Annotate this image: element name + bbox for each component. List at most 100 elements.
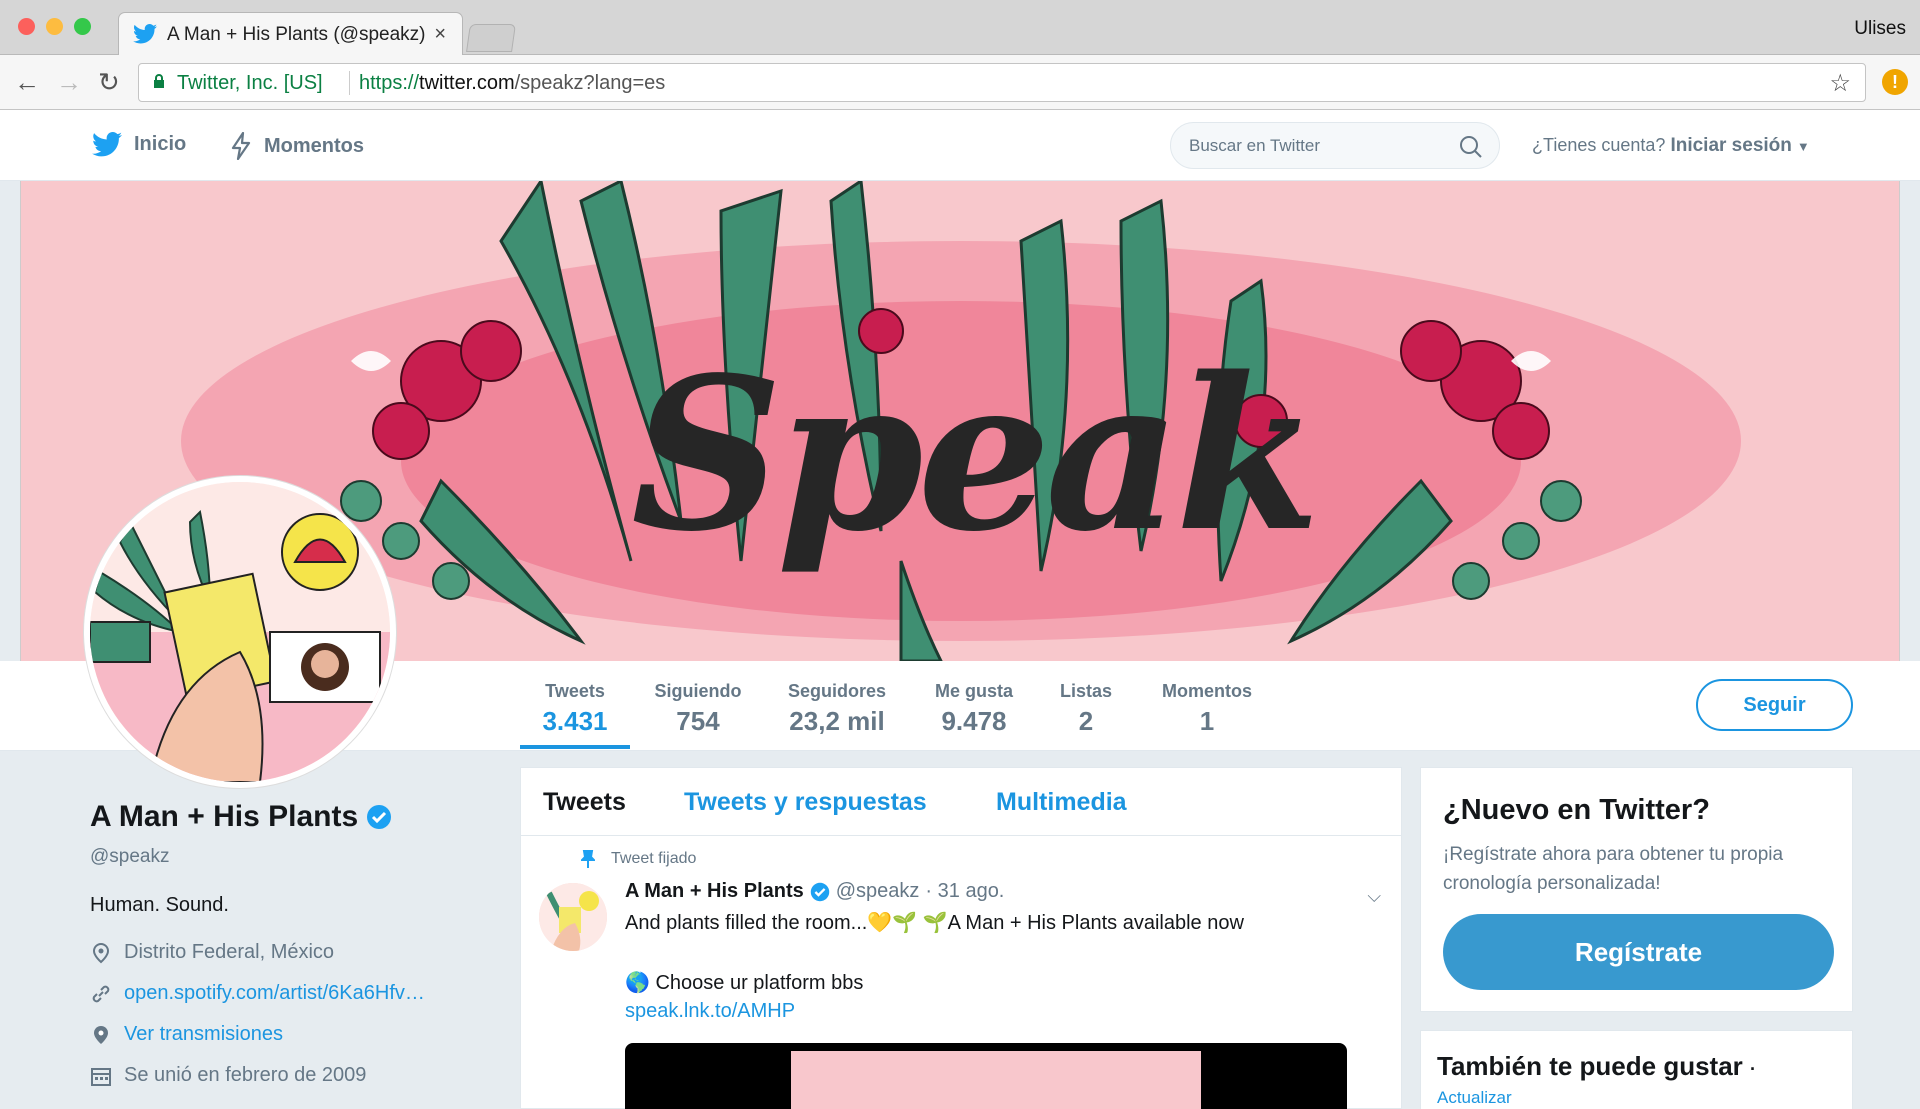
forward-arrow-icon[interactable]: → [56,67,82,98]
close-tab-icon[interactable]: × [434,23,446,46]
tweet-author[interactable]: A Man + His Plants [625,880,804,903]
login-link[interactable]: Iniciar sesión [1670,135,1791,156]
profile-website[interactable]: open.spotify.com/artist/6Ka6Hfv… [90,982,490,1005]
suggestions-box: También te puede gustar · Actualizar [1420,1030,1853,1109]
profile-name[interactable]: A Man + His Plants [90,800,358,834]
stat-label: Listas [1059,681,1113,701]
browser-user-name[interactable]: Ulises [1854,18,1906,40]
active-stat-underline [520,745,630,749]
twitter-bird-icon [92,132,122,157]
tweet-avatar-illustration [539,883,607,951]
chevron-down-icon[interactable]: ⌵ [1367,886,1381,907]
stat-moments[interactable]: Momentos 1 [1155,681,1259,737]
nav-home[interactable]: Inicio [92,132,186,157]
tab-title: A Man + His Plants (@speakz) [167,24,426,45]
tweet-date[interactable]: · 31 ago. [925,880,1004,903]
avatar[interactable] [84,476,396,788]
profile-handle[interactable]: @speakz [90,846,490,868]
tab-bar: A Man + His Plants (@speakz) × Ulises [0,0,1920,56]
title-dot: · [1750,1059,1757,1079]
stat-value: 23,2 mil [789,706,885,736]
tweet-avatar[interactable] [539,883,607,951]
profile-location: Distrito Federal, México [90,941,490,964]
tweet-handle[interactable]: @speakz [836,880,920,903]
url-text[interactable]: https://twitter.com/speakz?lang=es [359,72,665,95]
minimize-window-button[interactable] [46,18,63,35]
search-input[interactable]: Buscar en Twitter [1189,136,1320,156]
reload-icon[interactable]: ↻ [98,67,120,98]
timeline: Tweets Tweets y respuestas Multimedia Tw… [520,767,1402,1109]
search-icon[interactable] [1459,135,1483,159]
tweet-text: And plants filled the room...💛🌱 🌱A Man +… [625,912,1244,934]
stat-value: 9.478 [941,706,1007,736]
joined-text: Se unió en febrero de 2009 [124,1064,367,1086]
nav-home-label: Inicio [134,133,187,155]
pinned-indicator: Tweet fijado [581,850,696,868]
pinned-label: Tweet fijado [611,850,697,867]
account-menu[interactable]: ¿Tienes cuenta? Iniciar sesión ▼ [1532,135,1810,157]
signup-promo-title: ¿Nuevo en Twitter? [1443,794,1710,826]
stat-label: Tweets [545,681,605,701]
banner-logo-text: Speak [631,331,1321,578]
tab-tweets[interactable]: Tweets [543,788,626,817]
website-link[interactable]: open.spotify.com/artist/6Ka6Hfv… [124,982,425,1005]
tab-media[interactable]: Multimedia [996,788,1127,817]
address-bar[interactable]: Twitter, Inc. [US] https://twitter.com/s… [138,63,1866,102]
twitter-favicon-icon [133,24,157,44]
url-path: /speakz?lang=es [514,72,666,94]
maximize-window-button[interactable] [74,18,91,35]
link-icon [92,985,110,1002]
close-window-button[interactable] [18,18,35,35]
signup-promo: ¿Nuevo en Twitter? ¡Regístrate ahora par… [1420,767,1853,1012]
address-separator [349,71,350,95]
refresh-link[interactable]: Actualizar [1437,1088,1512,1108]
new-tab-button[interactable] [466,24,516,52]
browser-tab[interactable]: A Man + His Plants (@speakz) × [118,12,463,56]
profile-streams[interactable]: Ver transmisiones [90,1023,490,1046]
browser-toolbar: ← → ↻ Twitter, Inc. [US] https://twitter… [0,55,1920,110]
search-box[interactable]: Buscar en Twitter [1170,122,1500,169]
nav-moments[interactable]: Momentos [230,132,364,160]
caret-down-icon: ▼ [1796,139,1810,154]
lock-icon [154,74,164,88]
url-host: twitter.com [419,72,515,94]
stat-following[interactable]: Siguiendo 754 [650,681,746,737]
browser-chrome: A Man + His Plants (@speakz) × Ulises ← … [0,0,1920,110]
profile-bio: Human. Sound. [90,894,229,916]
location-pin-icon [92,942,110,963]
avatar-illustration [90,482,390,782]
tweet-text-line2: 🌎 Choose ur platform bbs [625,972,864,994]
stat-followers[interactable]: Seguidores 23,2 mil [780,681,894,737]
tweet-link[interactable]: speak.lnk.to/AMHP [625,1000,795,1023]
extension-warning-icon[interactable]: ! [1882,69,1908,95]
profile-card: A Man + His Plants @speakz Human. Sound.… [90,800,490,1087]
stat-label: Momentos [1162,681,1252,701]
location-text: Distrito Federal, México [124,941,335,963]
pin-icon [581,850,595,868]
suggestions-title: También te puede gustar · [1437,1051,1756,1082]
follow-button[interactable]: Seguir [1696,679,1853,731]
stat-value: 3.431 [542,706,608,736]
signup-promo-desc: ¡Regístrate ahora para obtener tu propia… [1443,844,1784,894]
nav-moments-label: Momentos [264,134,364,157]
secure-origin-label: Twitter, Inc. [US] [177,72,323,94]
profile-name-row: A Man + His Plants [90,800,490,834]
signup-button[interactable]: Regístrate [1443,914,1834,990]
stat-lists[interactable]: Listas 2 [1056,681,1116,737]
calendar-icon [91,1067,111,1086]
bookmark-star-icon[interactable]: ☆ [1829,69,1851,98]
account-prompt: ¿Tienes cuenta? [1532,135,1666,155]
streams-link[interactable]: Ver transmisiones [124,1023,283,1046]
tweet-media[interactable] [625,1043,1347,1109]
url-scheme: https:// [359,72,420,94]
stat-value: 754 [676,706,720,736]
lightning-icon [231,132,251,160]
tab-tweets-replies[interactable]: Tweets y respuestas [684,788,927,817]
stat-likes[interactable]: Me gusta 9.478 [924,681,1024,737]
profile-joined: Se unió en febrero de 2009 [90,1064,490,1087]
stat-label: Siguiendo [654,681,742,701]
tweet-header: A Man + His Plants @speakz · 31 ago. [625,880,1004,903]
stat-tweets[interactable]: Tweets 3.431 [520,681,630,737]
verified-badge-icon [810,882,829,901]
back-arrow-icon[interactable]: ← [14,67,40,98]
